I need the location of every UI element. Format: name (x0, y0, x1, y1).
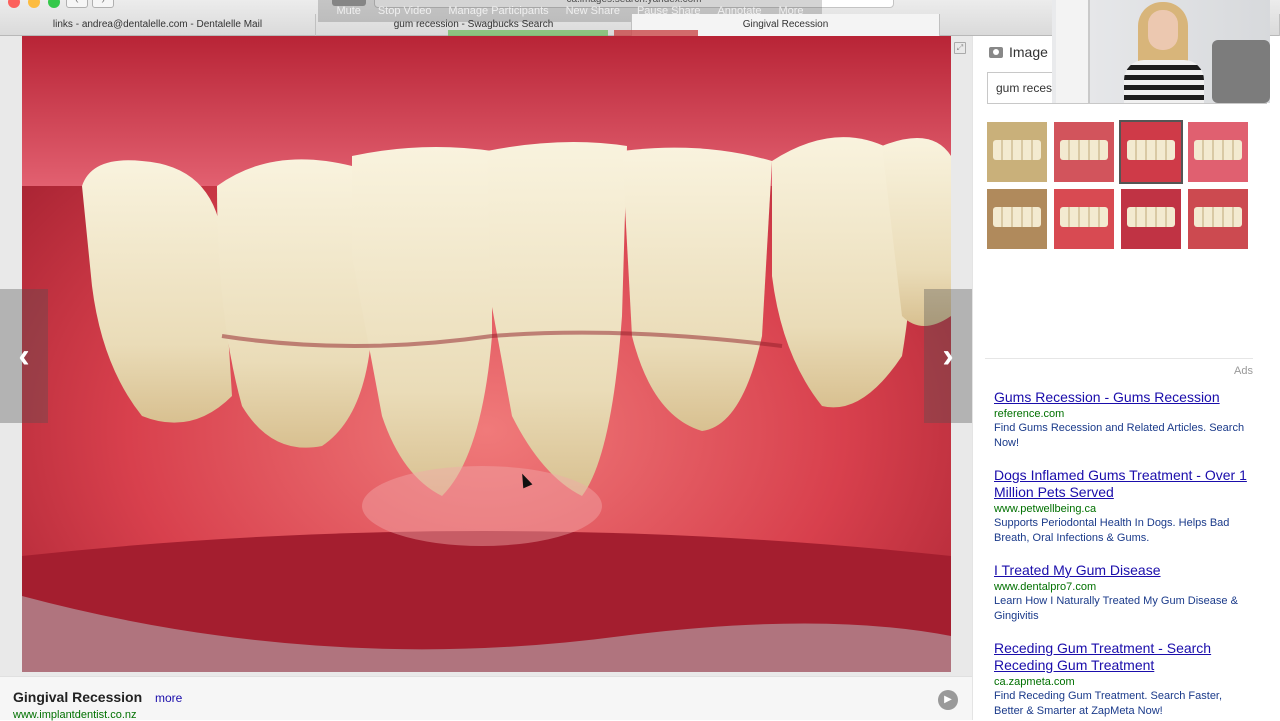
forward-arrow-icon[interactable]: › (92, 0, 114, 8)
thumbnail[interactable] (1188, 189, 1248, 249)
more-link[interactable]: more (155, 691, 182, 705)
camera-icon[interactable] (989, 46, 1003, 58)
ad-title-link[interactable]: Receding Gum Treatment - Search Receding… (994, 640, 1252, 674)
ad-item: Receding Gum Treatment - Search Receding… (994, 640, 1252, 719)
back-arrow-icon[interactable]: ‹ (66, 0, 88, 8)
expand-icon[interactable]: ⤢ (954, 42, 966, 54)
thumbnail[interactable] (1188, 122, 1248, 182)
window-controls (8, 0, 60, 8)
ad-item: Gums Recession - Gums Recession referenc… (994, 389, 1252, 451)
minimize-window-icon[interactable] (28, 0, 40, 8)
previous-image-button[interactable]: ‹ (0, 289, 48, 423)
next-image-button[interactable]: › (924, 289, 972, 423)
ad-item: Dogs Inflamed Gums Treatment - Over 1 Mi… (994, 467, 1252, 546)
page-content: ‹ › ⤢ Gingival Recession more www.implan… (0, 36, 1280, 721)
ad-description: Find Gums Recession and Related Articles… (994, 422, 1245, 449)
ad-title-link[interactable]: Dogs Inflamed Gums Treatment - Over 1 Mi… (994, 467, 1252, 501)
webcam-overlay (1052, 0, 1270, 103)
ad-title-link[interactable]: Gums Recession - Gums Recession (994, 389, 1252, 406)
ad-url[interactable]: ca.zapmeta.com (994, 676, 1252, 688)
ad-url[interactable]: www.petwellbeing.ca (994, 503, 1252, 515)
ad-url[interactable]: www.dentalpro7.com (994, 581, 1252, 593)
webcam-sofa (1212, 40, 1270, 103)
thumbnail[interactable] (1121, 189, 1181, 249)
thumbnail[interactable] (987, 122, 1047, 182)
ads-label: Ads (1234, 365, 1253, 377)
webcam-person-body (1124, 60, 1204, 103)
image-caption-bar: Gingival Recession more www.implantdenti… (0, 676, 972, 721)
ad-description: Supports Periodontal Health In Dogs. Hel… (994, 517, 1230, 544)
webcam-person-face (1148, 10, 1178, 50)
ad-description: Learn How I Naturally Treated My Gum Dis… (994, 595, 1238, 622)
image-title: Gingival Recession (13, 689, 143, 705)
right-sidebar: Image gum recess Ads Gums Recession - Gu… (972, 36, 1280, 720)
image-heading-label: Image (1009, 44, 1048, 60)
image-search-heading: Image (989, 44, 1048, 60)
ads-panel: Ads Gums Recession - Gums Recession refe… (985, 358, 1253, 717)
thumbnail[interactable] (1054, 122, 1114, 182)
image-source-link[interactable]: www.implantdentist.co.nz (13, 709, 137, 721)
thumbnail-selected[interactable] (1119, 120, 1183, 184)
ad-item: I Treated My Gum Disease www.dentalpro7.… (994, 562, 1252, 624)
slideshow-play-icon[interactable]: ▶ (938, 690, 958, 710)
webcam-door (1056, 0, 1090, 103)
ad-url[interactable]: reference.com (994, 408, 1252, 420)
similar-images-grid (987, 120, 1251, 249)
nav-buttons: ‹ › (66, 0, 114, 8)
close-window-icon[interactable] (8, 0, 20, 8)
thumbnail[interactable] (1054, 189, 1114, 249)
ad-description: Find Receding Gum Treatment. Search Fast… (994, 690, 1223, 717)
tab-mail[interactable]: links - andrea@dentalelle.com - Dentalel… (0, 14, 316, 36)
maximize-window-icon[interactable] (48, 0, 60, 8)
image-viewer: ‹ › ⤢ Gingival Recession more www.implan… (0, 36, 972, 721)
thumbnail[interactable] (987, 189, 1047, 249)
ad-title-link[interactable]: I Treated My Gum Disease (994, 562, 1252, 579)
gum-recession-photo[interactable] (22, 36, 951, 672)
teeth-illustration (22, 36, 951, 672)
